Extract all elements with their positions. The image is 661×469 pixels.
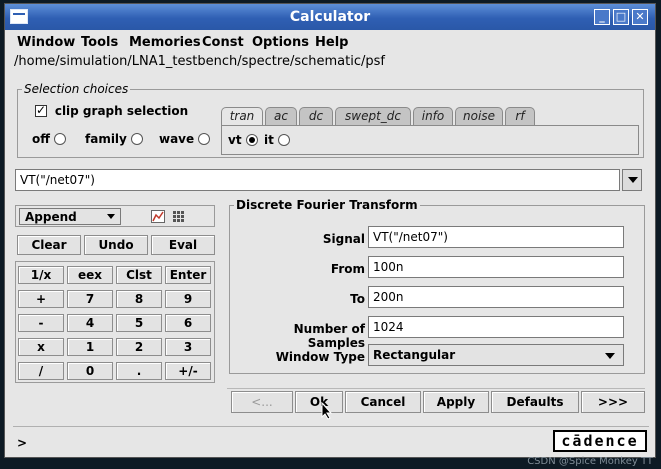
mouse-pointer-icon bbox=[321, 402, 333, 420]
radio-off[interactable]: off bbox=[32, 132, 67, 146]
signal-field[interactable]: VT("/net07") bbox=[368, 226, 624, 248]
tab-swept-dc[interactable]: swept_dc bbox=[335, 107, 411, 125]
close-icon[interactable]: ✕ bbox=[632, 9, 648, 25]
key-sign[interactable]: +/- bbox=[165, 362, 211, 380]
num-samples-field[interactable]: 1024 bbox=[368, 316, 624, 338]
menu-window[interactable]: Window bbox=[17, 35, 75, 50]
chevron-down-icon bbox=[107, 214, 115, 219]
previous-button[interactable]: <... bbox=[231, 391, 293, 413]
key-6[interactable]: 6 bbox=[165, 314, 211, 332]
menu-options[interactable]: Options bbox=[252, 35, 309, 50]
radio-vt-label: vt bbox=[228, 133, 242, 147]
append-mode-value: Append bbox=[25, 210, 77, 224]
tab-panel-tran: vt it bbox=[221, 125, 639, 155]
cadence-logo: cādence bbox=[553, 430, 647, 452]
radio-family-icon[interactable] bbox=[131, 133, 144, 145]
menu-memories[interactable]: Memories bbox=[129, 35, 201, 50]
key-5[interactable]: 5 bbox=[116, 314, 162, 332]
key-4[interactable]: 4 bbox=[67, 314, 113, 332]
key-3[interactable]: 3 bbox=[165, 338, 211, 356]
window-type-select[interactable]: Rectangular bbox=[368, 344, 624, 366]
to-label: To bbox=[350, 292, 365, 306]
clip-graph-label: clip graph selection bbox=[54, 104, 189, 118]
to-field[interactable]: 200n bbox=[368, 286, 624, 308]
cancel-button[interactable]: Cancel bbox=[345, 391, 421, 413]
key-reciprocal[interactable]: 1/x bbox=[18, 266, 64, 284]
results-path: /home/simulation/LNA1_testbench/spectre/… bbox=[14, 54, 385, 69]
next-button[interactable]: >>> bbox=[581, 391, 645, 413]
signal-label: Signal bbox=[322, 232, 365, 246]
radio-it-label: it bbox=[264, 133, 274, 147]
tab-tran[interactable]: tran bbox=[221, 107, 263, 126]
tab-noise[interactable]: noise bbox=[455, 107, 503, 125]
key-plus[interactable]: + bbox=[18, 290, 64, 308]
tab-dc[interactable]: dc bbox=[299, 107, 333, 125]
expression-buffer[interactable]: VT("/net07") bbox=[15, 169, 620, 191]
radio-wave-label: wave bbox=[159, 132, 195, 146]
chevron-down-icon bbox=[605, 353, 615, 359]
watermark-text: CSDN @Spice Monkey TT bbox=[527, 456, 653, 467]
graph-icon[interactable] bbox=[151, 210, 165, 223]
menu-const[interactable]: Const bbox=[202, 35, 244, 50]
title-bar: Calculator _ □ ✕ bbox=[5, 4, 655, 30]
maximize-icon[interactable]: □ bbox=[613, 9, 629, 25]
key-divide[interactable]: / bbox=[18, 362, 64, 380]
radio-wave[interactable]: wave bbox=[159, 132, 211, 146]
key-enter[interactable]: Enter bbox=[165, 266, 211, 284]
key-decimal[interactable]: . bbox=[116, 362, 162, 380]
key-clst[interactable]: Clst bbox=[116, 266, 162, 284]
key-eex[interactable]: eex bbox=[67, 266, 113, 284]
checkbox-checked-icon[interactable] bbox=[35, 103, 47, 117]
radio-family[interactable]: family bbox=[85, 132, 144, 146]
menu-tools[interactable]: Tools bbox=[81, 35, 118, 50]
clip-graph-checkbox[interactable]: clip graph selection bbox=[35, 103, 189, 118]
key-minus[interactable]: - bbox=[18, 314, 64, 332]
radio-wave-icon[interactable] bbox=[198, 133, 211, 145]
key-7[interactable]: 7 bbox=[67, 290, 113, 308]
key-2[interactable]: 2 bbox=[116, 338, 162, 356]
undo-button[interactable]: Undo bbox=[84, 235, 148, 255]
window-type-value: Rectangular bbox=[373, 348, 456, 362]
radio-off-label: off bbox=[32, 132, 50, 146]
window-type-label: Window Type bbox=[275, 350, 365, 364]
radio-family-label: family bbox=[85, 132, 127, 146]
menu-bar: Window Tools Memories Const Options Help bbox=[5, 31, 655, 53]
menu-help[interactable]: Help bbox=[315, 35, 348, 50]
radio-it-icon[interactable] bbox=[278, 134, 291, 146]
selection-choices-legend: Selection choices bbox=[24, 82, 129, 96]
eval-button[interactable]: Eval bbox=[151, 235, 215, 255]
radio-vt-selected-icon[interactable] bbox=[245, 134, 258, 146]
tab-ac[interactable]: ac bbox=[265, 107, 297, 125]
table-icon[interactable] bbox=[172, 210, 186, 223]
dft-legend: Discrete Fourier Transform bbox=[236, 198, 418, 212]
radio-vt[interactable]: vt bbox=[228, 133, 258, 147]
key-8[interactable]: 8 bbox=[116, 290, 162, 308]
apply-button[interactable]: Apply bbox=[423, 391, 489, 413]
key-1[interactable]: 1 bbox=[67, 338, 113, 356]
button-bar-divider bbox=[227, 388, 645, 389]
from-field[interactable]: 100n bbox=[368, 256, 624, 278]
window-title: Calculator bbox=[289, 9, 371, 25]
minimize-icon[interactable]: _ bbox=[594, 9, 610, 25]
clear-button[interactable]: Clear bbox=[17, 235, 81, 255]
status-prompt: > bbox=[17, 436, 28, 450]
ok-button[interactable]: Ok bbox=[295, 391, 343, 413]
num-samples-label: Number of Samples bbox=[293, 322, 365, 350]
tab-info[interactable]: info bbox=[413, 107, 453, 125]
analysis-tabs: tran ac dc swept_dc info noise rf vt it bbox=[221, 107, 641, 157]
key-multiply[interactable]: x bbox=[18, 338, 64, 356]
append-mode-select[interactable]: Append bbox=[19, 208, 121, 225]
defaults-button[interactable]: Defaults bbox=[491, 391, 579, 413]
calculator-window: Calculator _ □ ✕ Window Tools Memories C… bbox=[4, 3, 656, 458]
radio-it[interactable]: it bbox=[264, 133, 291, 147]
key-0[interactable]: 0 bbox=[67, 362, 113, 380]
tab-rf[interactable]: rf bbox=[505, 107, 535, 125]
radio-off-icon[interactable] bbox=[54, 133, 67, 145]
key-9[interactable]: 9 bbox=[165, 290, 211, 308]
expression-history-dropdown-icon[interactable] bbox=[622, 169, 642, 191]
from-label: From bbox=[330, 262, 365, 276]
